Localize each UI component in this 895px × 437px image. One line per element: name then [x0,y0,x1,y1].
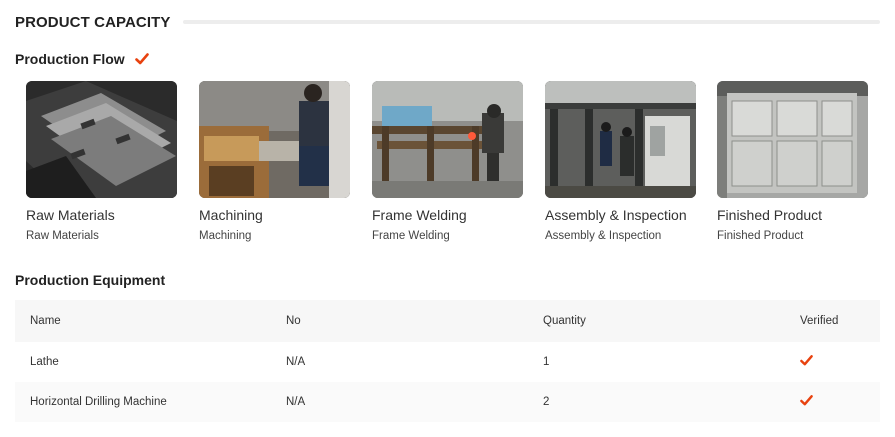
equipment-no: N/A [286,396,306,408]
section-header: PRODUCT CAPACITY [15,12,880,32]
column-header-no: No [286,315,301,327]
verified-cell [800,354,813,370]
check-icon [800,394,813,407]
machining-photo[interactable] [199,81,350,198]
assembly-inspection-photo[interactable] [545,81,696,198]
production-flow-title: Production Flow [15,51,125,67]
section-title: PRODUCT CAPACITY [15,13,171,31]
production-equipment-title: Production Equipment [15,272,166,288]
flow-card-assembly-inspection[interactable]: Assembly & Inspection Assembly & Inspect… [545,81,696,243]
table-row: Horizontal Drilling Machine N/A 2 [15,382,880,422]
flow-card-frame-welding[interactable]: Frame Welding Frame Welding [372,81,523,243]
production-equipment-heading: Production Equipment [15,271,165,289]
column-header-quantity: Quantity [543,315,586,327]
finished-product-photo[interactable] [717,81,868,198]
production-flow-gallery: Raw Materials Raw Materials Machining Ma… [26,81,868,251]
equipment-no: N/A [286,356,306,368]
flow-step-label: Machining [199,207,263,223]
check-icon [134,52,149,66]
equipment-table: Name No Quantity Verified Lathe N/A 1 Ho… [15,300,880,422]
flow-card-machining[interactable]: Machining Machining [199,81,350,243]
flow-step-caption: Frame Welding [372,230,450,242]
raw-materials-photo[interactable] [26,81,177,198]
column-header-name: Name [30,315,61,327]
table-header-row: Name No Quantity Verified [15,300,880,342]
equipment-quantity: 2 [543,396,550,408]
table-row: Lathe N/A 1 [15,342,880,382]
column-header-verified: Verified [800,315,839,327]
flow-step-label: Assembly & Inspection [545,207,687,223]
flow-step-caption: Machining [199,230,252,242]
flow-step-label: Frame Welding [372,207,467,223]
flow-card-raw-materials[interactable]: Raw Materials Raw Materials [26,81,177,243]
production-flow-heading: Production Flow [15,50,149,68]
flow-step-label: Finished Product [717,207,823,223]
flow-step-caption: Raw Materials [26,230,99,242]
verified-cell [800,394,813,410]
equipment-quantity: 1 [543,356,550,368]
flow-step-caption: Assembly & Inspection [545,230,662,242]
equipment-name: Horizontal Drilling Machine [30,396,167,408]
flow-step-label: Raw Materials [26,207,115,223]
flow-card-finished-product[interactable]: Finished Product Finished Product [717,81,868,243]
frame-welding-photo[interactable] [372,81,523,198]
flow-step-caption: Finished Product [717,230,804,242]
section-divider [182,20,880,24]
equipment-name: Lathe [30,356,59,368]
check-icon [800,354,813,367]
